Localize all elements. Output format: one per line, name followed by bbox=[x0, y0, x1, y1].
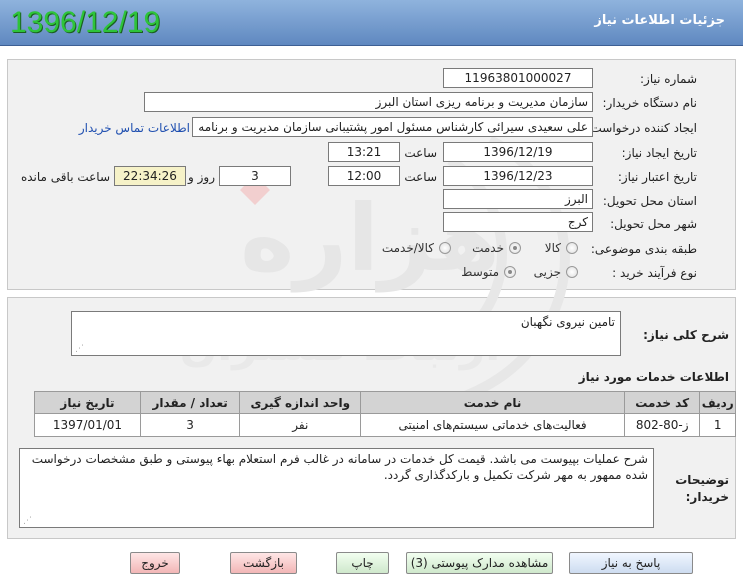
cell-service-name: فعالیت‌های خدماتی سیستم‌های امنیتی bbox=[360, 413, 625, 437]
province-label: استان محل تحویل: bbox=[602, 194, 697, 208]
city-field: کرج bbox=[443, 212, 593, 232]
remaining-time-label: ساعت باقی مانده bbox=[20, 170, 110, 184]
validity-date-field: 1396/12/23 bbox=[443, 166, 593, 186]
back-button[interactable]: بازگشت bbox=[230, 552, 297, 574]
city-label: شهر محل تحویل: bbox=[610, 217, 697, 231]
buyer-notes-label-1: توضیحات bbox=[675, 473, 729, 487]
created-time-label: ساعت bbox=[404, 146, 437, 160]
buyer-notes-textarea: شرح عملیات بپیوست می باشد. قیمت کل خدمات… bbox=[19, 448, 654, 528]
col-unit: واحد اندازه گیری bbox=[239, 391, 362, 414]
validity-time-label: ساعت bbox=[404, 170, 437, 184]
cell-unit: نفر bbox=[239, 413, 362, 437]
validity-date-label: تاریخ اعتبار نیاز: bbox=[617, 170, 697, 184]
process-label: نوع فرآیند خرید : bbox=[612, 266, 697, 280]
category-service-radio[interactable] bbox=[509, 242, 521, 254]
need-number-field: 1196380100002‏7 bbox=[443, 68, 593, 88]
buyer-notes-label-2: خریدار: bbox=[685, 490, 729, 504]
services-table: ردیف کد خدمت نام خدمت واحد اندازه گیری ت… bbox=[34, 391, 736, 437]
requester-label: ایجاد کننده درخواست: bbox=[586, 121, 697, 135]
buyer-label: نام دستگاه خریدار: bbox=[602, 96, 698, 110]
process-medium-radio[interactable] bbox=[504, 266, 516, 278]
services-section-title: اطلاعات خدمات مورد نیاز bbox=[578, 370, 729, 384]
province-field: البرز bbox=[443, 189, 593, 209]
reply-button[interactable]: پاسخ به نیاز bbox=[569, 552, 693, 574]
category-label: طبقه بندی موضوعی: bbox=[590, 242, 697, 256]
cell-service-code: ز-80-802 bbox=[623, 413, 701, 437]
created-time-field: 13:21 bbox=[328, 142, 400, 162]
cell-need-date: 1397/01/01 bbox=[34, 413, 141, 437]
validity-time-field: 12:00 bbox=[328, 166, 400, 186]
col-quantity: تعداد / مقدار bbox=[139, 391, 241, 414]
cell-row: 1 bbox=[699, 413, 736, 437]
created-date-field: 1396/12/19 bbox=[443, 142, 593, 162]
category-goods-label: کالا bbox=[544, 241, 561, 255]
process-minor-radio[interactable] bbox=[566, 266, 578, 278]
resize-grip-icon: ⋰ bbox=[75, 344, 84, 354]
date-stamp: 1396/12/19 bbox=[10, 6, 161, 39]
remaining-time-field: 22:34:26 bbox=[114, 166, 186, 186]
services-table-header: ردیف کد خدمت نام خدمت واحد اندازه گیری ت… bbox=[34, 391, 736, 414]
created-date-label: تاریخ ایجاد نیاز: bbox=[621, 146, 697, 160]
description-text: تامین نیروی نگهبان bbox=[520, 315, 615, 329]
col-row: ردیف bbox=[699, 391, 736, 414]
title-bar: جزئیات اطلاعات نیاز 1396/12/19 bbox=[0, 0, 743, 46]
buyer-field: سازمان مدیریت و برنامه ریزی استان البرز bbox=[144, 92, 593, 112]
table-row: 1 ز-80-802 فعالیت‌های خدماتی سیستم‌های ا… bbox=[34, 413, 736, 437]
col-service-name: نام خدمت bbox=[360, 391, 625, 414]
cell-quantity: 3 bbox=[139, 413, 241, 437]
exit-button[interactable]: خروج bbox=[130, 552, 180, 574]
requester-field: علی سعیدی سیرائی کارشناس مسئول امور پشتی… bbox=[192, 117, 593, 137]
days-label: روز و bbox=[188, 170, 215, 184]
category-service-label: خدمت bbox=[472, 241, 504, 255]
buyer-notes-text: شرح عملیات بپیوست می باشد. قیمت کل خدمات… bbox=[31, 452, 648, 482]
description-textarea: تامین نیروی نگهبان ⋰ bbox=[71, 311, 621, 356]
description-label: شرح کلی نیاز: bbox=[643, 328, 729, 342]
days-remaining-field: 3 bbox=[219, 166, 291, 186]
process-minor-label: جزیی bbox=[533, 265, 561, 279]
col-service-code: کد خدمت bbox=[623, 391, 701, 414]
col-need-date: تاریخ نیاز bbox=[34, 391, 141, 414]
print-button[interactable]: چاپ bbox=[336, 552, 389, 574]
category-goods-radio[interactable] bbox=[566, 242, 578, 254]
category-goods-service-label: کالا/خدمت bbox=[381, 241, 434, 255]
need-number-label: شماره نیاز: bbox=[640, 72, 697, 86]
page-title: جزئیات اطلاعات نیاز bbox=[594, 13, 725, 28]
attachments-button[interactable]: مشاهده مدارک پیوستی (3) bbox=[406, 552, 553, 574]
resize-grip-icon: ⋰ bbox=[23, 516, 32, 526]
category-goods-service-radio[interactable] bbox=[439, 242, 451, 254]
buyer-contact-link[interactable]: اطلاعات تماس خریدار bbox=[79, 121, 190, 135]
process-medium-label: متوسط bbox=[461, 265, 499, 279]
